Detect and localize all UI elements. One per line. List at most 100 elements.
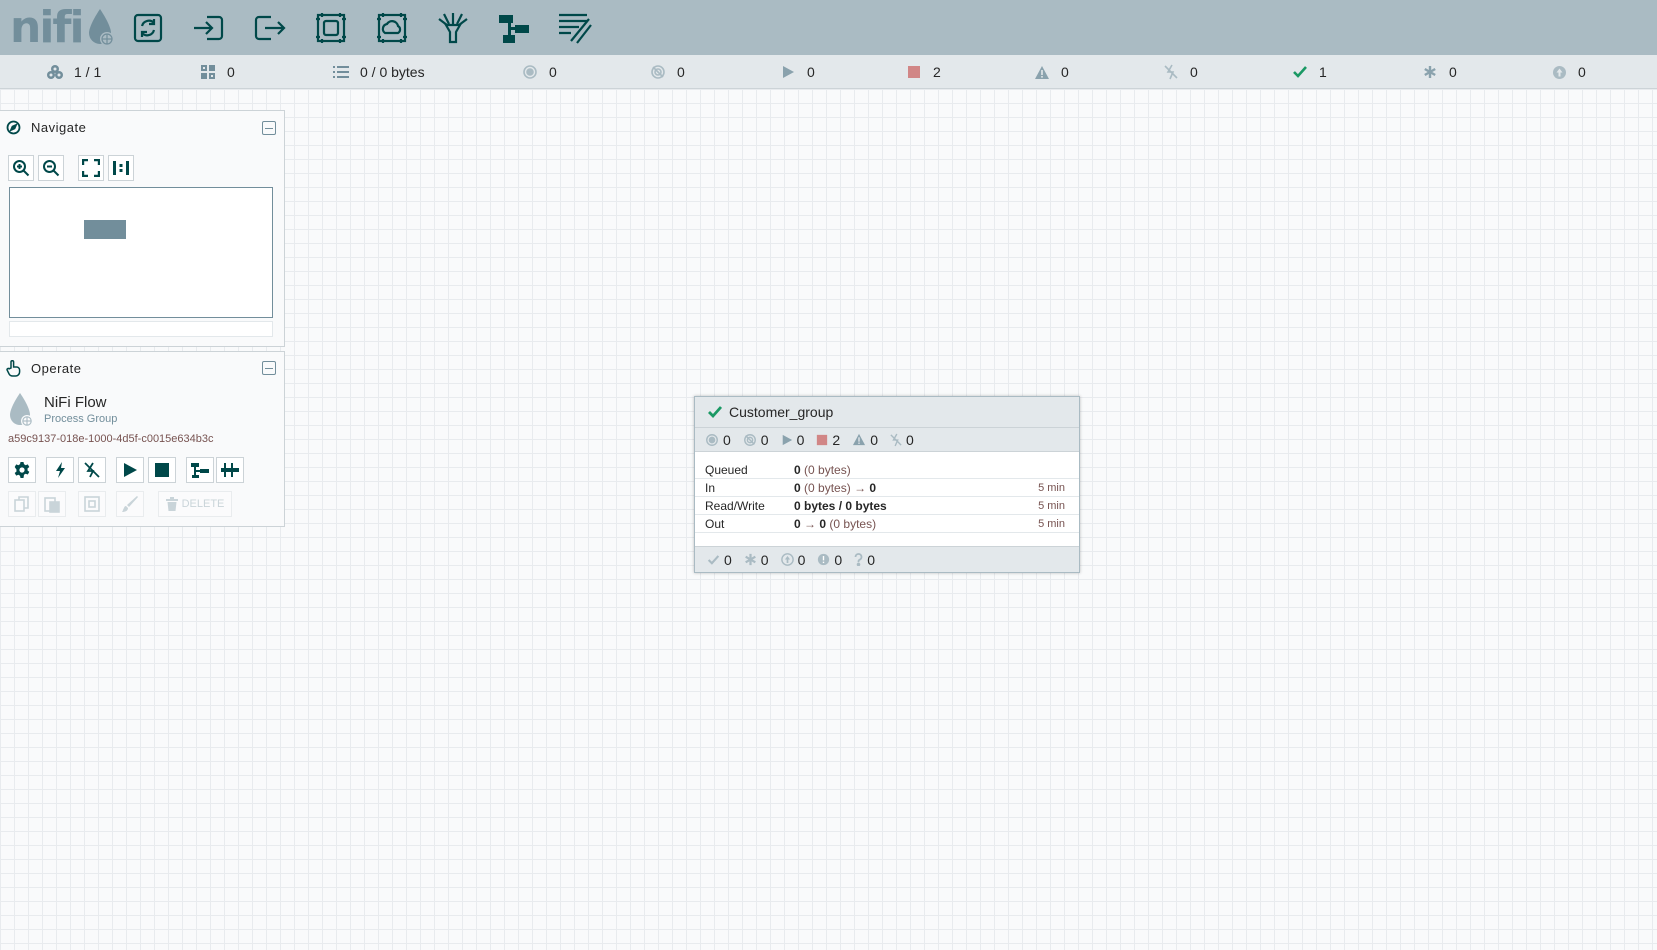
copy-button[interactable] xyxy=(8,491,36,517)
asterisk-icon xyxy=(744,553,756,566)
threads-icon xyxy=(199,63,217,81)
pg-read-write-row: Read/Write 0 bytes / 0 bytes 5 min xyxy=(695,497,1079,515)
exclamation-circle-icon xyxy=(818,553,830,566)
process-group-version-counts: 0 0 0 0 0 xyxy=(695,546,1079,572)
invalid-status: 0 xyxy=(1033,55,1069,89)
process-group-component-counts: 0 0 0 2 0 0 xyxy=(695,428,1079,452)
hand-pointer-icon xyxy=(6,359,21,377)
stop-icon xyxy=(155,463,169,477)
template-button[interactable] xyxy=(494,8,534,48)
stopped-status: 2 xyxy=(905,55,941,89)
component-name: NiFi Flow xyxy=(44,394,107,411)
group-button[interactable] xyxy=(78,491,106,517)
transmitting-icon xyxy=(706,433,718,446)
warning-icon xyxy=(1033,63,1051,81)
navigate-collapse-button[interactable] xyxy=(262,121,276,135)
play-icon xyxy=(782,434,792,445)
color-button[interactable] xyxy=(116,491,144,517)
pg-transmitting-count: 0 xyxy=(705,432,731,448)
output-port-icon xyxy=(254,15,286,41)
gear-icon xyxy=(14,462,30,478)
bolt-icon xyxy=(56,462,65,478)
flow-status-bar: 1 / 1 0 0 / 0 bytes 0 0 0 2 0 0 1 0 0 xyxy=(0,55,1657,89)
paintbrush-icon xyxy=(122,496,138,512)
actual-size-icon xyxy=(113,161,129,175)
navigate-palette: Navigate xyxy=(0,110,285,347)
label-button[interactable] xyxy=(555,8,595,48)
play-icon xyxy=(124,463,137,477)
create-template-button[interactable] xyxy=(186,457,214,483)
disable-button[interactable] xyxy=(78,457,106,483)
upload-template-button[interactable] xyxy=(216,457,244,483)
queue-list-icon xyxy=(332,63,350,81)
pg-stale-count: 0 xyxy=(780,552,805,568)
running-status: 0 xyxy=(779,55,815,89)
upload-template-icon xyxy=(221,463,239,477)
copy-icon xyxy=(14,496,29,512)
component-type: Process Group xyxy=(44,413,118,425)
asterisk-icon xyxy=(1421,63,1439,81)
stop-button[interactable] xyxy=(148,457,176,483)
actual-size-button[interactable] xyxy=(108,155,134,181)
paste-button[interactable] xyxy=(38,491,66,517)
process-group-customer-group[interactable]: Customer_group 0 0 0 2 0 0 Queued 0 (0 b… xyxy=(694,396,1080,573)
birdseye-view[interactable] xyxy=(9,187,273,318)
queued-status: 0 / 0 bytes xyxy=(332,55,425,89)
process-group-name: Customer_group xyxy=(729,404,834,420)
stop-icon xyxy=(905,63,923,81)
pg-disabled-count: 0 xyxy=(890,432,914,448)
disabled-bolt-icon xyxy=(84,462,100,478)
disabled-bolt-icon xyxy=(1162,63,1180,81)
nifi-drop-icon xyxy=(88,9,114,46)
not-transmitting-status: 0 xyxy=(649,55,685,89)
stop-icon xyxy=(817,434,828,445)
transmitting-status: 0 xyxy=(521,55,557,89)
up-to-date-status: 1 xyxy=(1291,55,1327,89)
start-button[interactable] xyxy=(116,457,144,483)
remote-process-group-icon xyxy=(377,13,407,43)
navigate-header[interactable]: Navigate xyxy=(0,111,284,143)
remote-process-group-button[interactable] xyxy=(372,8,412,48)
process-group-header[interactable]: Customer_group xyxy=(695,397,1079,428)
component-id: a59c9137-018e-1000-4d5f-c0015e634b3c xyxy=(8,433,214,445)
output-port-button[interactable] xyxy=(250,8,290,48)
pg-sync-failure-count: 0 xyxy=(854,552,875,568)
input-port-button[interactable] xyxy=(188,8,228,48)
pg-modified-stale-count: 0 xyxy=(817,552,842,568)
template-icon xyxy=(191,463,209,478)
birdseye-scroll-area xyxy=(9,321,273,337)
operate-header[interactable]: Operate xyxy=(0,352,284,384)
cluster-icon xyxy=(46,63,64,81)
operate-palette: Operate NiFi Flow Process Group a59c9137… xyxy=(0,351,285,527)
header-bar: nifi xyxy=(0,0,1657,55)
delete-button[interactable]: DELETE xyxy=(158,491,232,517)
operate-collapse-button[interactable] xyxy=(262,361,276,375)
nifi-logo: nifi xyxy=(10,2,115,53)
check-icon xyxy=(1291,63,1309,81)
input-port-icon xyxy=(194,15,224,41)
configure-button[interactable] xyxy=(8,457,36,483)
active-threads-status: 0 xyxy=(199,55,235,89)
disabled-bolt-icon xyxy=(890,433,902,446)
pg-stopped-count: 2 xyxy=(816,432,840,448)
zoom-out-button[interactable] xyxy=(38,155,64,181)
funnel-button[interactable] xyxy=(433,8,473,48)
pg-queued-row: Queued 0 (0 bytes) xyxy=(695,461,1079,479)
zoom-in-button[interactable] xyxy=(8,155,34,181)
not-transmitting-icon xyxy=(649,63,667,81)
process-group-icon xyxy=(316,13,346,43)
expand-icon xyxy=(82,159,100,177)
birdseye-viewport[interactable] xyxy=(84,220,126,239)
component-icon xyxy=(8,392,34,433)
template-icon xyxy=(499,15,529,43)
funnel-icon xyxy=(438,13,468,44)
process-group-button[interactable] xyxy=(311,8,351,48)
warning-icon xyxy=(853,433,866,446)
cluster-status[interactable]: 1 / 1 xyxy=(46,55,101,89)
pg-in-row: In 0 (0 bytes) → 0 5 min xyxy=(695,479,1079,497)
pg-invalid-count: 0 xyxy=(852,432,878,448)
pg-not-transmitting-count: 0 xyxy=(743,432,769,448)
fit-button[interactable] xyxy=(78,155,104,181)
processor-button[interactable] xyxy=(128,8,168,48)
enable-button[interactable] xyxy=(46,457,74,483)
